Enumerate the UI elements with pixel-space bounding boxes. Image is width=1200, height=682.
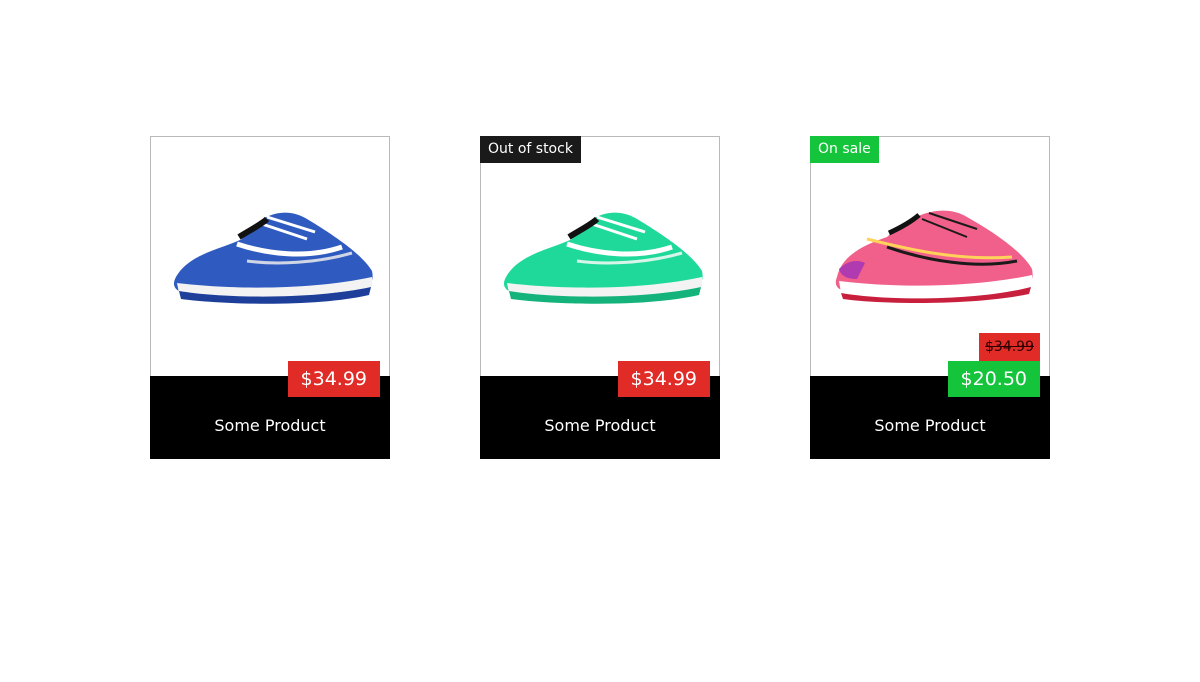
pink-running-shoe-image [835,210,1033,304]
on-sale-badge: On sale [810,136,879,163]
price-tag: $34.99 [287,361,380,397]
product-card[interactable]: Some Product $34.99 $20.50 On sale [810,136,1050,459]
product-name[interactable]: Some Product [480,416,720,436]
sale-price-tag: $20.50 [947,361,1040,397]
product-card[interactable]: Some Product $34.99 Out of stock [480,136,720,459]
price-tag: $34.99 [617,361,710,397]
product-image-frame [150,136,390,376]
product-name[interactable]: Some Product [150,416,390,436]
product-image-frame [480,136,720,376]
product-card[interactable]: Some Product $34.99 [150,136,390,459]
original-price-tag: $34.99 [979,333,1040,361]
product-grid: Some Product $34.99 Some Product $34.99 … [0,0,1200,682]
green-running-shoe-image [503,212,703,304]
blue-running-shoe-image [173,212,373,304]
out-of-stock-badge: Out of stock [480,136,581,163]
product-name[interactable]: Some Product [810,416,1050,436]
